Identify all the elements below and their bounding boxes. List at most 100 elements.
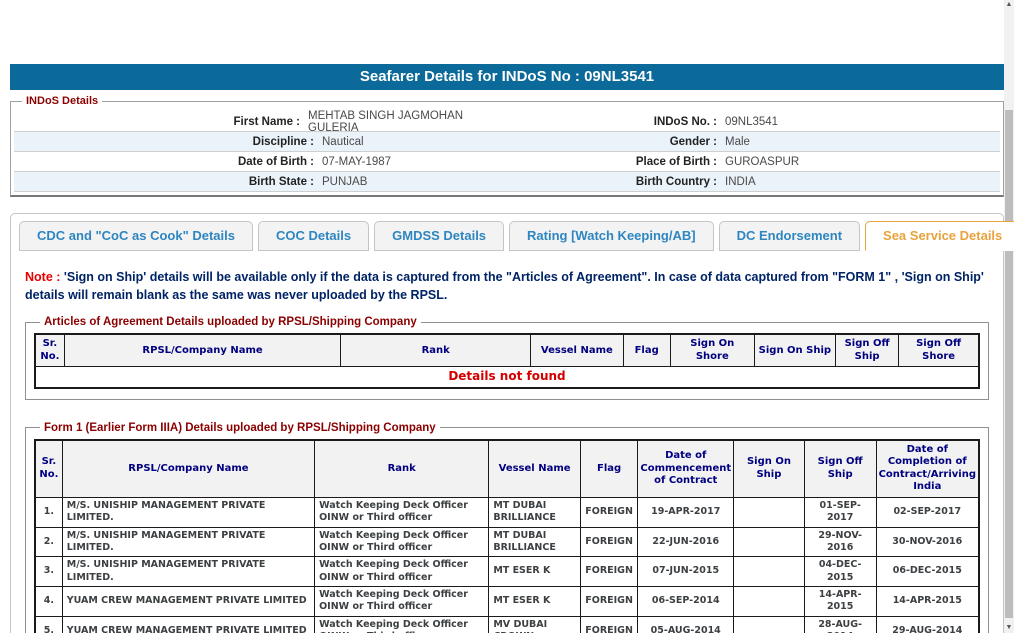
birth-country-label: Birth Country : xyxy=(507,176,717,188)
cell-rank: Watch Keeping Deck Officer OINW or Third… xyxy=(315,557,489,587)
table-row: 4. YUAM CREW MANAGEMENT PRIVATE LIMITED … xyxy=(35,586,979,616)
col-vessel-name: Vessel Name xyxy=(531,334,624,367)
discipline-value: Nautical xyxy=(322,136,364,148)
cell-sign-on-ship xyxy=(734,557,805,587)
indos-details-fieldset: INDoS Details First Name : MEHTAB SINGH … xyxy=(10,95,1004,197)
col-flag: Flag xyxy=(580,440,638,498)
cell-vessel: MT DUBAI BRILLIANCE xyxy=(489,527,581,557)
col-rank: Rank xyxy=(315,440,489,498)
tab-strip: CDC and "CoC as Cook" Details COC Detail… xyxy=(17,221,997,251)
first-name-value: MEHTAB SINGH JAGMOHAN GULERIA xyxy=(308,110,507,134)
tab-dc-endorsement[interactable]: DC Endorsement xyxy=(719,221,860,251)
col-sign-off-ship: Sign Off Ship xyxy=(835,334,898,367)
cell-sign-on-ship xyxy=(734,586,805,616)
form1-details-fieldset: Form 1 (Earlier Form IIIA) Details uploa… xyxy=(25,422,989,633)
cell-commencement: 06-SEP-2014 xyxy=(638,586,734,616)
page-content: Seafarer Details for INDoS No : 09NL3541… xyxy=(10,64,1004,633)
cell-flag: FOREIGN xyxy=(580,616,638,633)
col-sign-off-ship: Sign Off Ship xyxy=(804,440,876,498)
cell-flag: FOREIGN xyxy=(580,497,638,527)
note-prefix: Note : xyxy=(25,270,64,284)
cell-sr-no: 3. xyxy=(35,557,62,587)
articles-of-agreement-legend: Articles of Agreement Details uploaded b… xyxy=(40,316,421,328)
cell-flag: FOREIGN xyxy=(580,527,638,557)
form1-header-row: Sr. No. RPSL/Company Name Rank Vessel Na… xyxy=(35,440,979,498)
cell-sr-no: 2. xyxy=(35,527,62,557)
date-of-birth-label: Date of Birth : xyxy=(14,156,314,168)
note-text: 'Sign on Ship' details will be available… xyxy=(25,270,984,302)
tab-rating-watch-keeping-ab[interactable]: Rating [Watch Keeping/AB] xyxy=(509,221,714,251)
gender-label: Gender : xyxy=(507,136,717,148)
form1-details-legend: Form 1 (Earlier Form IIIA) Details uploa… xyxy=(40,422,440,434)
form1-details-table: Sr. No. RPSL/Company Name Rank Vessel Na… xyxy=(34,439,980,633)
tabs-panel: CDC and "CoC as Cook" Details COC Detail… xyxy=(10,213,1004,633)
cell-company: M/S. UNISHIP MANAGEMENT PRIVATE LIMITED. xyxy=(62,527,314,557)
cell-sign-off-ship: 04-DEC-2015 xyxy=(804,557,876,587)
tab-cdc-coc-cook-details[interactable]: CDC and "CoC as Cook" Details xyxy=(19,221,253,251)
empty-row: Details not found xyxy=(35,367,979,388)
cell-sign-off-ship: 29-NOV-2016 xyxy=(804,527,876,557)
cell-company: YUAM CREW MANAGEMENT PRIVATE LIMITED xyxy=(62,616,314,633)
cell-sign-off-ship: 28-AUG-2014 xyxy=(804,616,876,633)
scrollbar-thumb[interactable] xyxy=(1005,110,1013,618)
cell-vessel: MT DUBAI BRILLIANCE xyxy=(489,497,581,527)
detail-row-birth-place: Date of Birth : 07-MAY-1987 Place of Bir… xyxy=(14,152,1000,172)
birth-state-label: Birth State : xyxy=(14,176,314,188)
cell-completion: 14-APR-2015 xyxy=(876,586,979,616)
place-of-birth-label: Place of Birth : xyxy=(507,156,717,168)
indos-no-value: 09NL3541 xyxy=(725,116,778,128)
cell-completion: 29-AUG-2014 xyxy=(876,616,979,633)
col-sr-no: Sr. No. xyxy=(35,334,64,367)
cell-sr-no: 4. xyxy=(35,586,62,616)
cell-commencement: 05-AUG-2014 xyxy=(638,616,734,633)
cell-sign-off-ship: 01-SEP-2017 xyxy=(804,497,876,527)
cell-rank: Watch Keeping Deck Officer OINW or Third… xyxy=(315,527,489,557)
scroll-down-icon[interactable]: ▼ xyxy=(1004,623,1014,633)
tab-gmdss-details[interactable]: GMDSS Details xyxy=(374,221,504,251)
table-row: 1. M/S. UNISHIP MANAGEMENT PRIVATE LIMIT… xyxy=(35,497,979,527)
detail-row-name-indos: First Name : MEHTAB SINGH JAGMOHAN GULER… xyxy=(14,112,1000,132)
page-viewport: ▲ ▼ Seafarer Details for INDoS No : 09NL… xyxy=(0,0,1014,633)
cell-company: M/S. UNISHIP MANAGEMENT PRIVATE LIMITED. xyxy=(62,497,314,527)
cell-company: M/S. UNISHIP MANAGEMENT PRIVATE LIMITED. xyxy=(62,557,314,587)
cell-sr-no: 1. xyxy=(35,497,62,527)
cell-commencement: 22-JUN-2016 xyxy=(638,527,734,557)
cell-sign-on-ship xyxy=(734,527,805,557)
cell-sr-no: 5. xyxy=(35,616,62,633)
first-name-label: First Name : xyxy=(14,116,300,128)
gender-value: Male xyxy=(725,136,750,148)
discipline-label: Discipline : xyxy=(14,136,314,148)
col-sign-off-shore: Sign Off Shore xyxy=(899,334,979,367)
cell-vessel: MV DUBAI CROWN xyxy=(489,616,581,633)
cell-rank: Watch Keeping Deck Officer OINW or Third… xyxy=(315,497,489,527)
details-not-found-message: Details not found xyxy=(35,367,979,388)
col-vessel-name: Vessel Name xyxy=(489,440,581,498)
vertical-scrollbar[interactable]: ▲ ▼ xyxy=(1004,0,1014,633)
cell-rank: Watch Keeping Deck Officer OINW or Third… xyxy=(315,616,489,633)
indos-details-legend: INDoS Details xyxy=(22,95,102,107)
articles-header-row: Sr. No. RPSL/Company Name Rank Vessel Na… xyxy=(35,334,979,367)
birth-state-value: PUNJAB xyxy=(322,176,367,188)
tab-coc-details[interactable]: COC Details xyxy=(258,221,369,251)
col-date-of-commencement: Date of Commencement of Contract xyxy=(638,440,734,498)
detail-row-state-country: Birth State : PUNJAB Birth Country : IND… xyxy=(14,172,1000,192)
place-of-birth-value: GUROASPUR xyxy=(725,156,799,168)
detail-row-discipline-gender: Discipline : Nautical Gender : Male xyxy=(14,132,1000,152)
birth-country-value: INDIA xyxy=(725,176,756,188)
table-row: 3. M/S. UNISHIP MANAGEMENT PRIVATE LIMIT… xyxy=(35,557,979,587)
col-rpsl-company-name: RPSL/Company Name xyxy=(62,440,314,498)
tab-sea-service-details[interactable]: Sea Service Details xyxy=(865,221,1014,251)
sign-on-ship-note: Note : 'Sign on Ship' details will be av… xyxy=(25,268,989,304)
cell-company: YUAM CREW MANAGEMENT PRIVATE LIMITED xyxy=(62,586,314,616)
cell-commencement: 07-JUN-2015 xyxy=(638,557,734,587)
cell-rank: Watch Keeping Deck Officer OINW or Third… xyxy=(315,586,489,616)
cell-completion: 30-NOV-2016 xyxy=(876,527,979,557)
cell-completion: 02-SEP-2017 xyxy=(876,497,979,527)
table-row: 5. YUAM CREW MANAGEMENT PRIVATE LIMITED … xyxy=(35,616,979,633)
articles-of-agreement-fieldset: Articles of Agreement Details uploaded b… xyxy=(25,316,989,400)
cell-vessel: MT ESER K xyxy=(489,586,581,616)
date-of-birth-value: 07-MAY-1987 xyxy=(322,156,391,168)
cell-flag: FOREIGN xyxy=(580,586,638,616)
cell-sign-on-ship xyxy=(734,497,805,527)
scroll-up-icon[interactable]: ▲ xyxy=(1004,0,1014,10)
